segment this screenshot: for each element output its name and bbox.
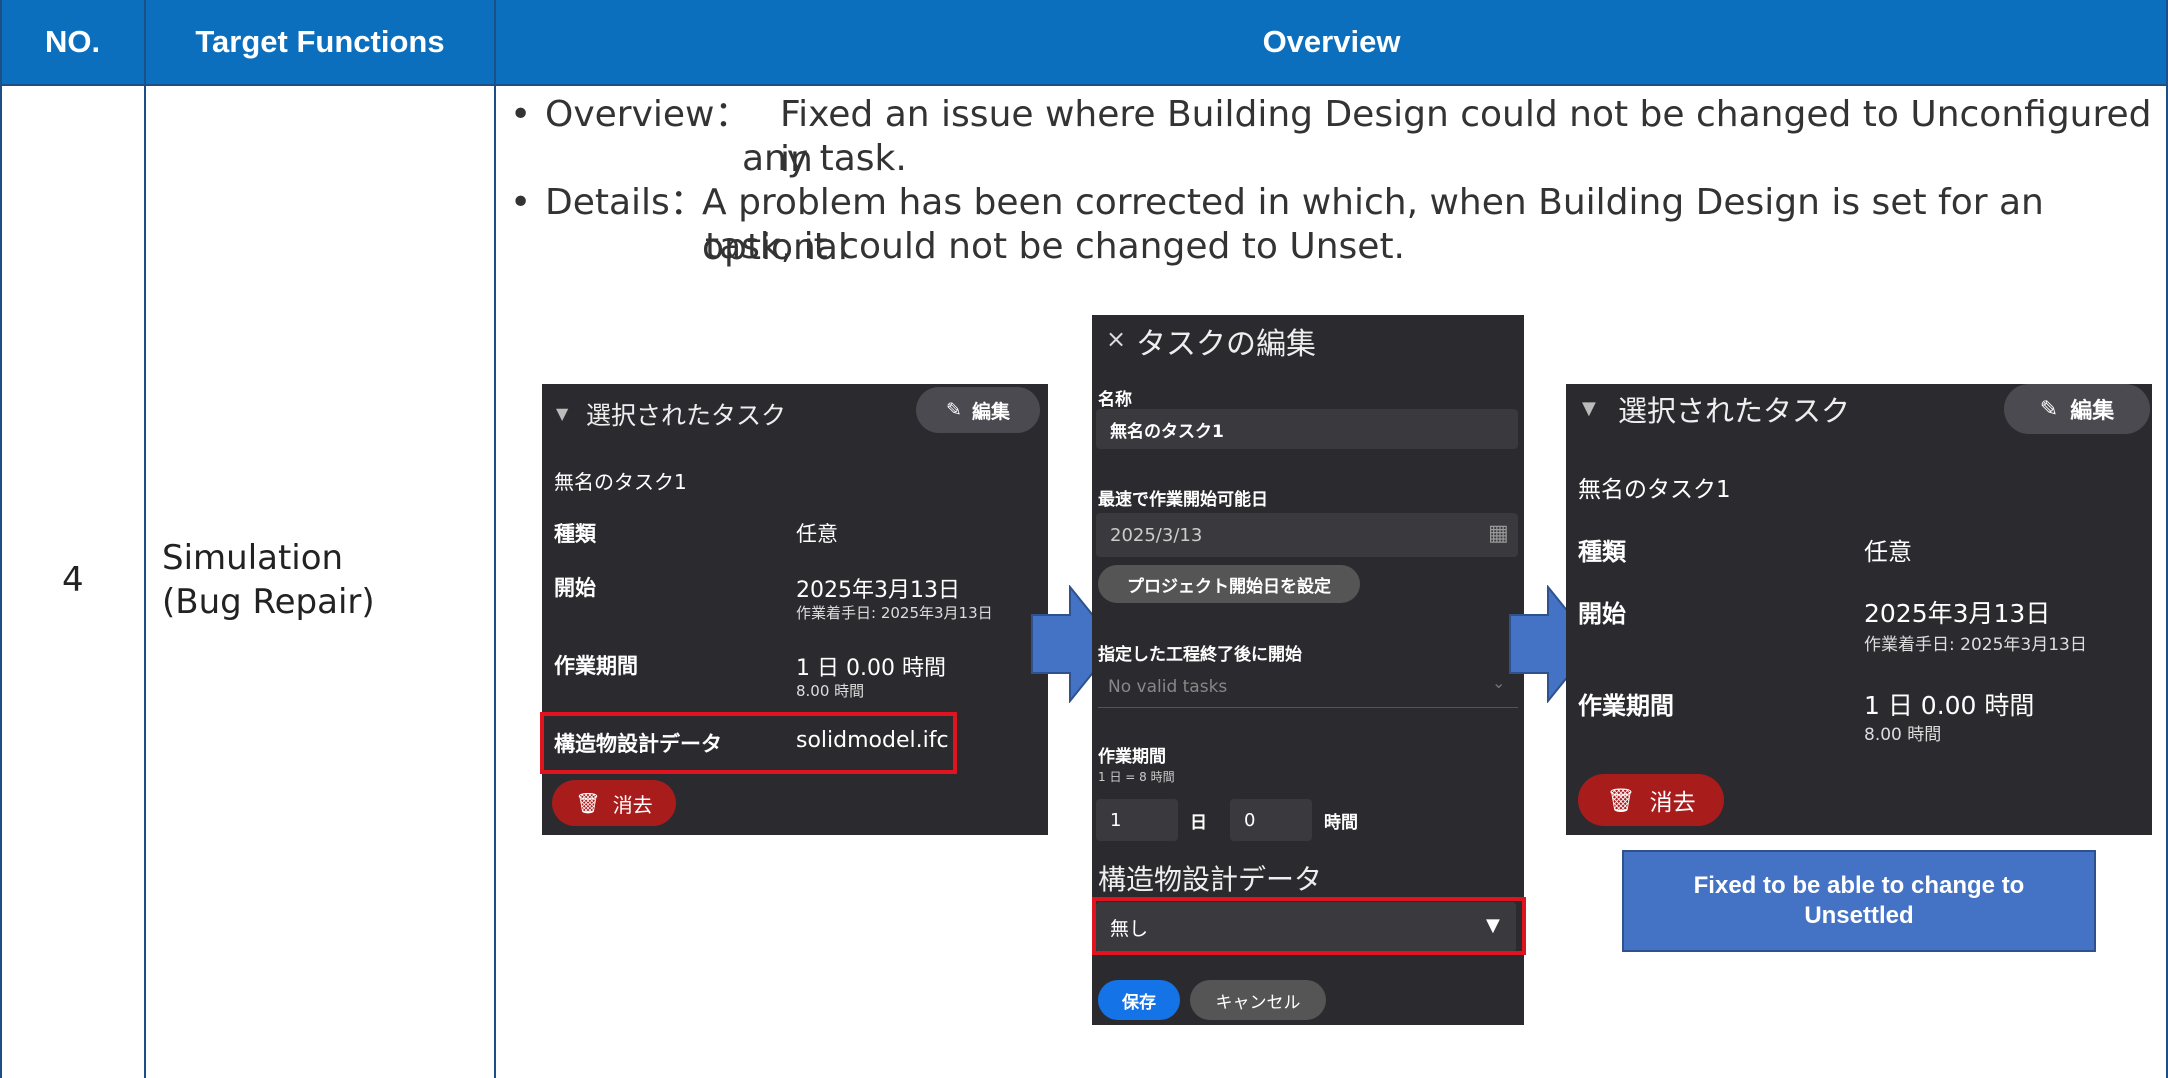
type-label: 種類 bbox=[554, 522, 596, 546]
earliest-start-label: 最速で作業開始可能日 bbox=[1098, 490, 1268, 510]
period-sub: 8.00 時間 bbox=[796, 682, 865, 700]
days-unit: 日 bbox=[1190, 813, 1207, 833]
header-target-functions: Target Functions bbox=[145, 0, 495, 84]
start-value: 2025年3月13日 bbox=[1864, 599, 2051, 628]
earliest-start-date-value: 2025/3/13 bbox=[1110, 524, 1203, 546]
hours-input[interactable]: 0 bbox=[1230, 799, 1312, 841]
delete-button-label: 消去 bbox=[1649, 790, 1696, 816]
period-label: 作業期間 bbox=[1578, 692, 1674, 720]
pencil-icon: ✎ bbox=[946, 399, 962, 421]
close-icon[interactable]: × bbox=[1106, 325, 1126, 353]
edit-button-label: 編集 bbox=[971, 400, 1010, 423]
task-name: 無名のタスク1 bbox=[554, 470, 687, 494]
name-input-value: 無名のタスク1 bbox=[1110, 421, 1224, 442]
divider bbox=[0, 0, 2, 1078]
overview-text-line1: Fixed an issue where Building Design cou… bbox=[780, 94, 2152, 180]
header-overview: Overview bbox=[495, 0, 2168, 84]
divider bbox=[1098, 707, 1518, 708]
earliest-start-date-input[interactable]: 2025/3/13 bbox=[1096, 513, 1518, 557]
row-number: 4 bbox=[62, 560, 84, 600]
divider bbox=[0, 84, 2168, 86]
pencil-icon: ✎ bbox=[2039, 396, 2059, 422]
highlight-design-select bbox=[1092, 897, 1526, 955]
trash-icon: 🗑 bbox=[1606, 787, 1636, 814]
trash-icon: 🗑 bbox=[575, 791, 601, 815]
fix-callout: Fixed to be able to change to Unsettled bbox=[1622, 850, 2096, 952]
chevron-down-icon: ⌄ bbox=[1492, 673, 1506, 692]
type-value: 任意 bbox=[796, 522, 838, 546]
header-no: NO. bbox=[0, 0, 145, 84]
design-label: 構造物設計データ bbox=[1098, 863, 1323, 896]
name-label: 名称 bbox=[1098, 390, 1132, 410]
details-text-line2: task, it could not be changed to Unset. bbox=[705, 226, 1405, 267]
divider bbox=[494, 0, 496, 1078]
type-value: 任意 bbox=[1864, 538, 1912, 566]
set-project-start-label: プロジェクト開始日を設定 bbox=[1127, 576, 1331, 597]
period-label: 作業期間 bbox=[554, 654, 638, 678]
overview-bullet: • bbox=[510, 94, 532, 135]
delete-button[interactable]: 🗑 消去 bbox=[1578, 774, 1724, 826]
start-sub: 作業着手日: 2025年3月13日 bbox=[1864, 635, 2087, 655]
cancel-button-label: キャンセル bbox=[1215, 992, 1301, 1013]
callout-line1: Fixed to be able to change to bbox=[1693, 872, 2025, 899]
days-input-value: 1 bbox=[1110, 809, 1122, 831]
save-button[interactable]: 保存 bbox=[1098, 980, 1180, 1020]
start-after-select[interactable]: No valid tasks bbox=[1108, 677, 1227, 697]
start-label: 開始 bbox=[1578, 600, 1626, 628]
panel-title: 選択されたタスク bbox=[1618, 394, 1851, 428]
period-value: 1 日 0.00 時間 bbox=[1864, 691, 2035, 720]
divider bbox=[144, 0, 146, 1078]
edit-button[interactable]: ✎ 編集 bbox=[2004, 384, 2150, 434]
name-input[interactable]: 無名のタスク1 bbox=[1096, 409, 1518, 449]
period-value: 1 日 0.00 時間 bbox=[796, 656, 946, 681]
period-label: 作業期間 bbox=[1098, 747, 1166, 767]
period-hint: 1 日 = 8 時間 bbox=[1098, 770, 1175, 784]
edit-button[interactable]: ✎ 編集 bbox=[916, 387, 1040, 433]
type-label: 種類 bbox=[1578, 538, 1626, 566]
highlight-design-row bbox=[540, 712, 957, 774]
overview-label: Overview： bbox=[545, 94, 751, 135]
details-label: Details： bbox=[545, 182, 706, 223]
period-sub: 8.00 時間 bbox=[1864, 725, 1942, 745]
target-function-line2: (Bug Repair) bbox=[162, 582, 375, 622]
start-sub: 作業着手日: 2025年3月13日 bbox=[796, 604, 993, 622]
callout-line2: Unsettled bbox=[1804, 902, 1914, 929]
overview-text-line2: any task. bbox=[742, 138, 907, 179]
dialog-title: タスクの編集 bbox=[1136, 327, 1316, 362]
start-value: 2025年3月13日 bbox=[796, 578, 960, 603]
days-input[interactable]: 1 bbox=[1096, 799, 1178, 841]
start-after-label: 指定した工程終了後に開始 bbox=[1098, 645, 1302, 665]
delete-button[interactable]: 🗑 消去 bbox=[552, 780, 676, 826]
task-name: 無名のタスク1 bbox=[1578, 477, 1731, 503]
start-label: 開始 bbox=[554, 576, 596, 600]
caret-down-icon[interactable]: ▼ bbox=[556, 404, 568, 423]
panel-title: 選択されたタスク bbox=[586, 401, 787, 430]
hours-input-value: 0 bbox=[1244, 809, 1256, 831]
hours-unit: 時間 bbox=[1324, 813, 1358, 833]
cancel-button[interactable]: キャンセル bbox=[1190, 980, 1326, 1020]
selected-task-panel-after: ▼ 選択されたタスク ✎ 編集 無名のタスク1 種類 任意 開始 2025年3月… bbox=[1566, 384, 2152, 835]
details-bullet: • bbox=[510, 182, 532, 223]
save-button-label: 保存 bbox=[1122, 992, 1156, 1013]
calendar-icon[interactable]: ▦ bbox=[1488, 521, 1509, 546]
target-function-line1: Simulation bbox=[162, 538, 344, 578]
set-project-start-button[interactable]: プロジェクト開始日を設定 bbox=[1098, 565, 1360, 603]
edit-button-label: 編集 bbox=[2070, 399, 2115, 424]
caret-down-icon[interactable]: ▼ bbox=[1582, 398, 1596, 419]
delete-button-label: 消去 bbox=[612, 792, 653, 817]
